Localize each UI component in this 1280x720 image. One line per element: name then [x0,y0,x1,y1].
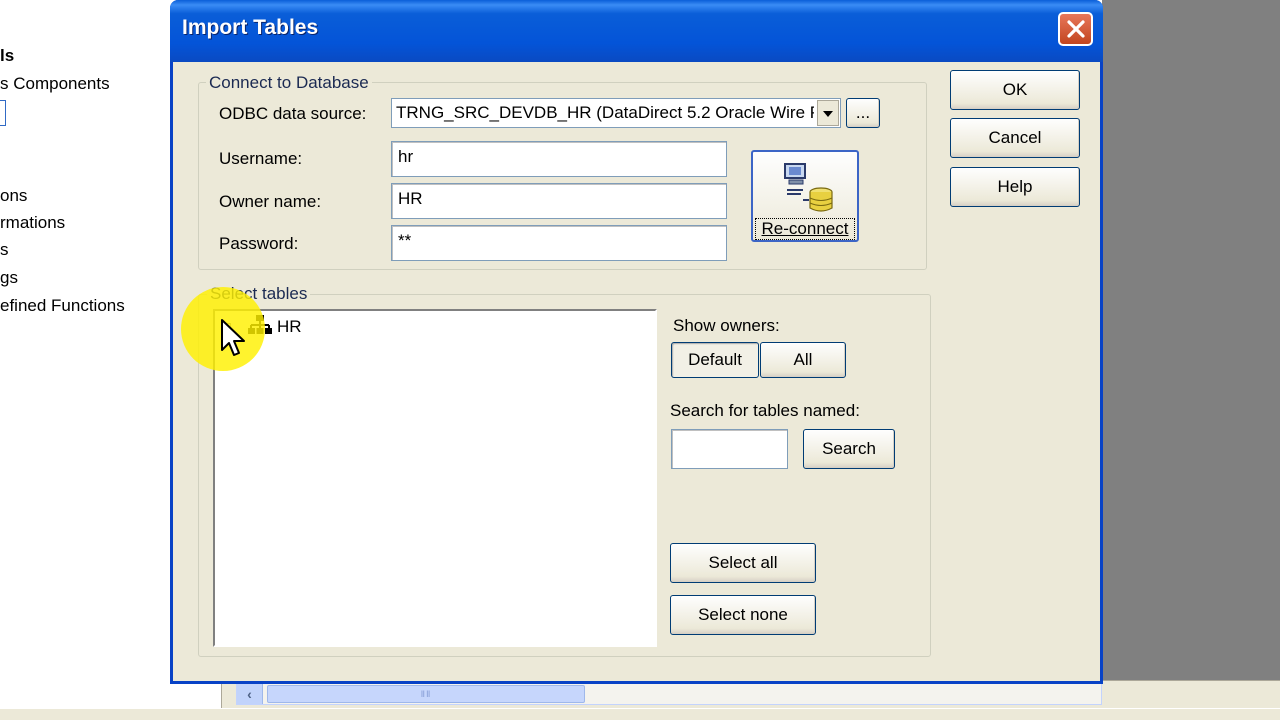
mouse-pointer-icon [221,319,245,356]
scroll-left-arrow-icon[interactable]: ‹ [237,684,263,704]
bg-tree-item[interactable]: efined Functions [0,296,125,316]
help-label: Help [997,177,1033,196]
close-button[interactable] [1058,12,1093,46]
connect-group-title: Connect to Database [206,73,372,93]
bg-tree-selection [0,100,6,126]
all-owners-toggle[interactable]: All [760,342,846,378]
owner-name-field[interactable]: HR [391,183,727,219]
select-none-button[interactable]: Select none [670,595,816,635]
select-all-button[interactable]: Select all [670,543,816,583]
cancel-label: Cancel [988,128,1042,147]
bg-tree-panel-bottom [0,680,222,708]
bg-tree-item[interactable]: rmations [0,213,65,233]
search-tables-input[interactable] [671,429,788,469]
bg-status-bar [0,708,1280,720]
bg-tree-item[interactable]: gs [0,268,18,288]
default-owners-toggle[interactable]: Default [671,342,759,378]
bg-workspace [1102,0,1280,720]
search-tables-label: Search for tables named: [670,401,860,420]
reconnect-label: Re-connect [755,218,855,240]
scrollbar-thumb[interactable]: ⅡⅡ [267,685,585,703]
bg-tree-item[interactable]: s Components [0,74,110,94]
password-field[interactable]: ** [391,225,727,261]
browse-button[interactable]: ... [846,98,880,128]
reconnect-button[interactable]: Re-connect [751,150,859,242]
select-all-label: Select all [708,553,778,572]
password-label: Password: [219,234,299,253]
bg-tree-item[interactable]: ons [0,186,27,206]
ok-label: OK [1002,80,1028,99]
search-button-label: Search [822,439,876,458]
bg-tree-item[interactable]: s [0,240,9,260]
chevron-down-icon [823,111,833,117]
browse-label: ... [855,103,871,122]
import-tables-dialog: Import Tables Connect to Database ODBC d… [170,0,1103,684]
username-field[interactable]: hr [391,141,727,177]
close-icon [1067,20,1085,38]
show-owners-label: Show owners: [673,316,780,335]
database-connection-icon [784,163,833,212]
odbc-selected-value: TRNG_SRC_DEVDB_HR (DataDirect 5.2 Oracle… [396,103,814,122]
search-button[interactable]: Search [803,429,895,469]
dialog-titlebar[interactable]: Import Tables [170,0,1103,62]
owner-name-label: Owner name: [219,192,322,211]
bg-horizontal-scrollbar[interactable]: ‹ ⅡⅡ [236,683,1102,705]
help-button[interactable]: Help [950,167,1080,207]
username-label: Username: [219,149,303,168]
ok-button[interactable]: OK [950,70,1080,110]
tree-node-label: HR [277,317,302,336]
select-none-label: Select none [698,605,788,624]
cancel-button[interactable]: Cancel [950,118,1080,158]
default-label: Default [688,350,742,369]
odbc-data-source-select[interactable]: TRNG_SRC_DEVDB_HR (DataDirect 5.2 Oracle… [391,98,841,128]
dropdown-arrow-button[interactable] [817,100,839,126]
dialog-title: Import Tables [182,16,319,39]
odbc-label: ODBC data source: [219,104,367,123]
all-label: All [793,350,813,369]
bg-tree-item[interactable]: ls [0,46,14,66]
table-tree-view[interactable]: HR [213,309,657,647]
